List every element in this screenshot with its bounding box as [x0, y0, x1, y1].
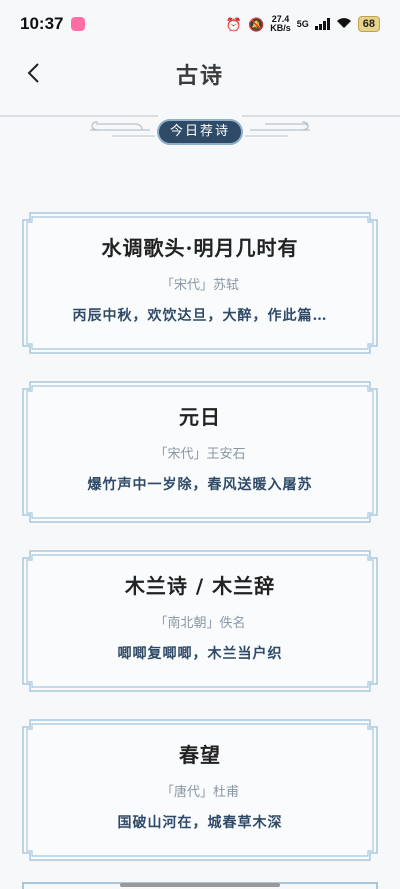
poem-list: 水调歌头·明月几时有 「宋代」苏轼 丙辰中秋，欢饮达旦，大醉，作此篇… 元日 「… [22, 212, 378, 888]
poem-card[interactable]: 木兰诗 / 木兰辞 「南北朝」佚名 唧唧复唧唧，木兰当户织 [22, 550, 378, 692]
poem-author-name: 苏轼 [213, 278, 240, 293]
poem-title: 元日 [179, 405, 221, 429]
poem-line: 丙辰中秋，欢饮达旦，大醉，作此篇… [72, 308, 328, 324]
poem-author: 「宋代」苏轼 [22, 274, 378, 293]
signal-icon [314, 18, 330, 30]
poem-title: 木兰诗 / 木兰辞 [124, 574, 276, 598]
poem-dynasty: 「南北朝」 [154, 616, 220, 631]
network-type: 5G [296, 19, 309, 29]
wifi-icon [336, 17, 352, 31]
poem-card[interactable]: 春望 「唐代」杜甫 国破山河在，城春草木深 [22, 719, 378, 861]
poem-author: 「南北朝」佚名 [22, 612, 378, 631]
network-speed-unit: KB/s [270, 23, 291, 33]
poem-author: 「宋代」王安石 [22, 443, 378, 462]
status-icons: ⏰ 🔕 27.4 KB/s 5G 68 [226, 15, 380, 33]
page-title: 古诗 [175, 63, 224, 89]
app-notification-icon [71, 17, 86, 31]
alarm-icon: ⏰ [225, 16, 243, 32]
poem-line: 国破山河在，城春草木深 [117, 815, 283, 831]
mute-icon: 🔕 [248, 16, 265, 32]
poem-dynasty: 「宋代」 [154, 447, 207, 462]
poem-card[interactable]: 元日 「宋代」王安石 爆竹声中一岁除，春风送暖入屠苏 [22, 381, 378, 523]
status-time: 10:37 [20, 14, 64, 33]
poem-title: 春望 [179, 743, 221, 767]
poem-author-name: 佚名 [219, 616, 246, 631]
today-recommend-badge: 今日荐诗 [157, 119, 243, 145]
poem-dynasty: 「宋代」 [160, 278, 213, 293]
poem-card[interactable]: 水调歌头·明月几时有 「宋代」苏轼 丙辰中秋，欢饮达旦，大醉，作此篇… [22, 212, 378, 354]
poem-author-name: 王安石 [206, 447, 246, 462]
poem-title: 水调歌头·明月几时有 [101, 236, 299, 260]
status-bar: 10:37 ⏰ 🔕 27.4 KB/s 5G 68 [0, 0, 400, 48]
recommend-banner: 今日荐诗 [0, 110, 400, 150]
poem-line: 唧唧复唧唧，木兰当户织 [117, 646, 283, 662]
poem-author-name: 杜甫 [213, 785, 240, 800]
network-speed: 27.4 KB/s [270, 15, 291, 33]
battery-indicator: 68 [357, 16, 380, 32]
poem-dynasty: 「唐代」 [160, 785, 213, 800]
poem-author: 「唐代」杜甫 [22, 781, 378, 800]
poem-line: 爆竹声中一岁除，春风送暖入屠苏 [87, 477, 313, 493]
home-indicator[interactable] [120, 883, 280, 887]
header: 古诗 [0, 48, 400, 98]
